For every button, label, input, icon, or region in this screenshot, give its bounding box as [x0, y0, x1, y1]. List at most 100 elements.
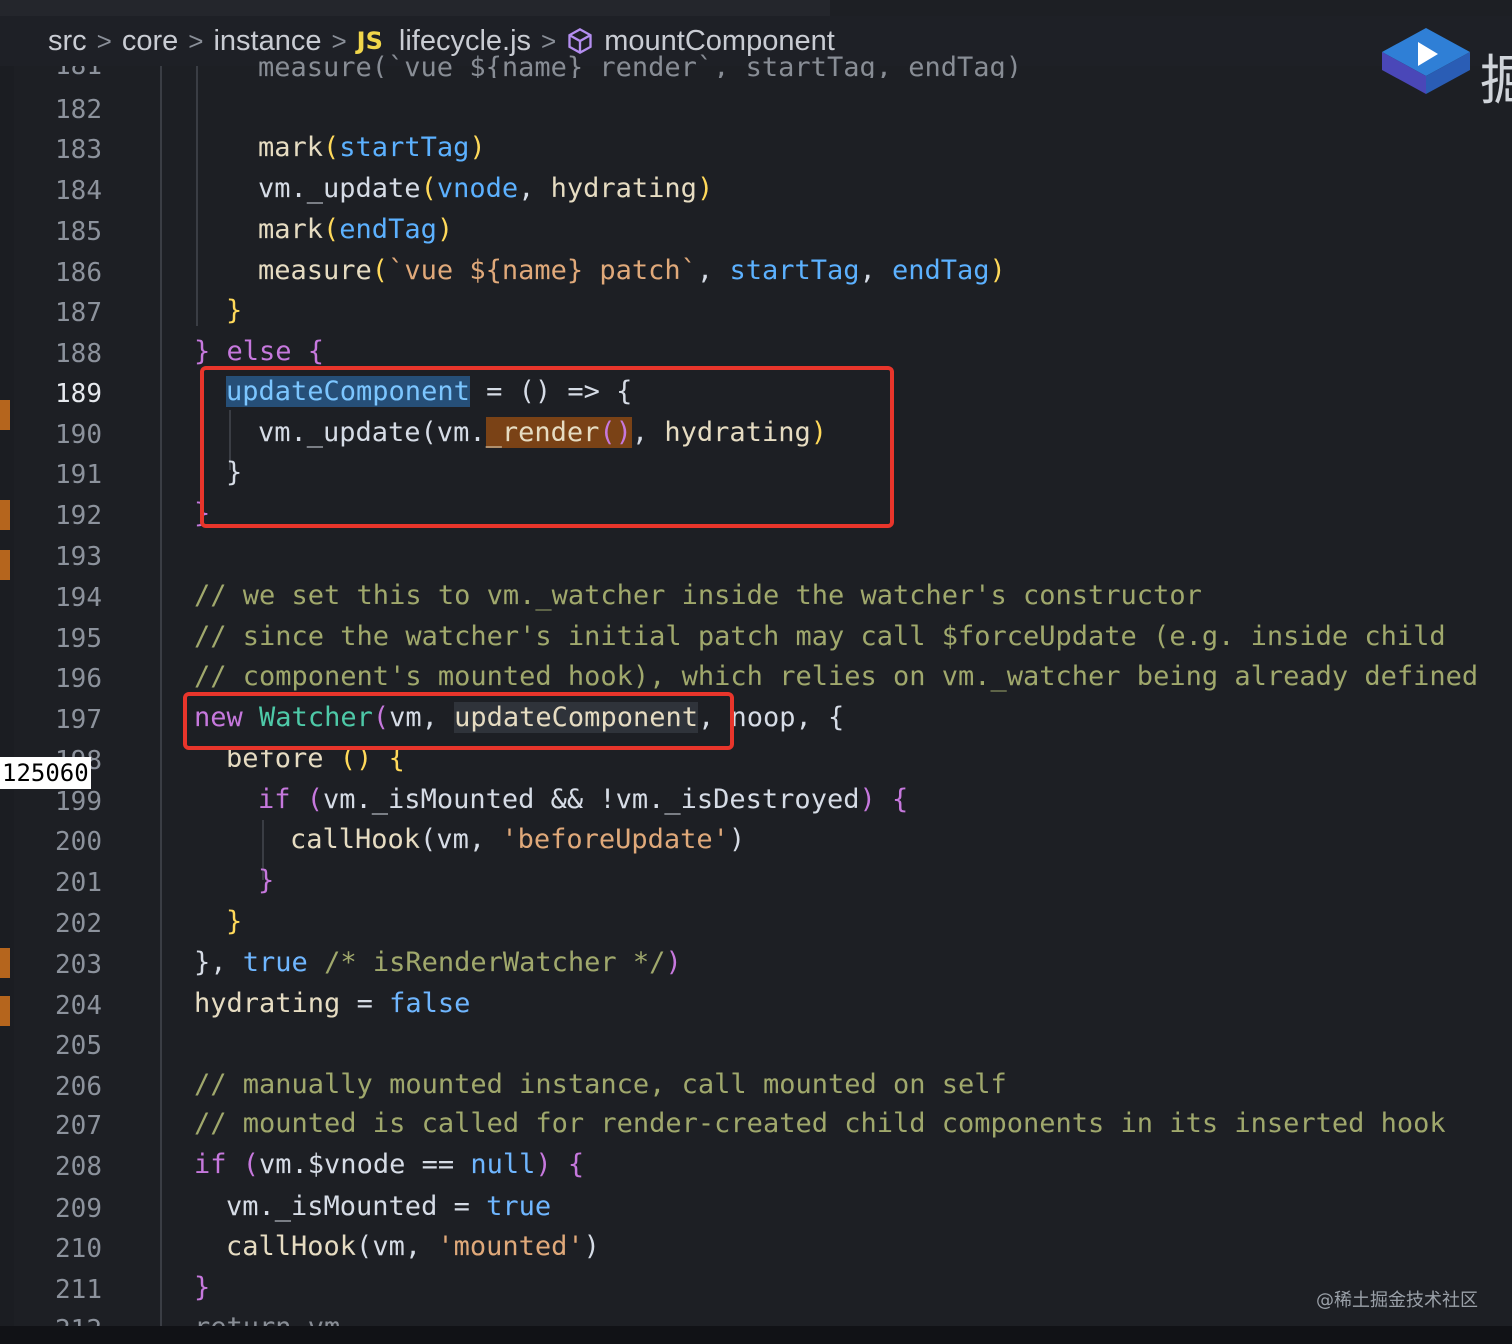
line-number: 185: [55, 217, 102, 247]
chevron-right-icon: >: [96, 25, 112, 56]
code-text: return vm: [194, 1312, 340, 1326]
code-text: vm._update: [258, 173, 421, 204]
code-line-194: // we set this to vm._watcher inside the…: [194, 576, 1202, 616]
code-text: vm.$vnode ==: [259, 1149, 471, 1180]
line-number: 208: [55, 1152, 102, 1182]
watermark: @稀土掘金技术社区: [1316, 1290, 1478, 1311]
code-text: measure: [258, 255, 372, 286]
line-number: 201: [55, 868, 102, 898]
window-top-strip: [0, 0, 830, 16]
code-line-202: }: [226, 906, 243, 937]
code-text: vm: [372, 1231, 405, 1262]
code-text: measure(`vue ${name} render`, startTag, …: [258, 52, 1023, 78]
code-text: false: [389, 988, 471, 1019]
code-text: vm._isMounted && !vm._isDestroyed: [323, 784, 860, 815]
line-number: 187: [55, 298, 102, 328]
code-line-204: hydrating = false: [194, 988, 471, 1019]
line-number: 200: [55, 827, 102, 857]
code-line-206: // manually mounted instance, call mount…: [194, 1065, 1007, 1105]
code-text: vnode: [436, 173, 519, 204]
indent-guide: [196, 66, 198, 326]
line-number: 197: [55, 705, 102, 735]
play-logo-icon: [1382, 28, 1470, 94]
overlay-number: 125060: [0, 757, 91, 789]
code-text: mark: [258, 132, 324, 163]
line-number: 202: [55, 909, 102, 939]
code-line-183: mark(startTag): [258, 132, 486, 163]
code-text: if: [258, 784, 291, 815]
highlight-box-new-watcher: [183, 692, 734, 750]
line-number: 182: [55, 95, 102, 125]
indent-guide: [160, 66, 162, 1326]
code-line-208: if (vm.$vnode == null) {: [194, 1149, 585, 1180]
code-line-212: return vm: [194, 1308, 340, 1326]
logo-text: 掘: [1480, 49, 1512, 112]
line-number: 203: [55, 950, 102, 980]
code-line-201: }: [258, 865, 275, 896]
code-line-185: mark(endTag): [258, 214, 454, 245]
line-number: 188: [55, 339, 102, 369]
line-number: 181: [55, 66, 102, 81]
line-number: 194: [55, 583, 102, 613]
line-number: 192: [55, 501, 102, 531]
code-text: true: [242, 947, 308, 978]
code-line-210: callHook(vm, 'mounted'): [226, 1231, 600, 1262]
code-line-186: measure(`vue ${name} patch`, startTag, e…: [258, 255, 1006, 286]
code-text: noop: [730, 702, 796, 733]
code-line-207: // mounted is called for render-created …: [194, 1104, 1446, 1144]
code-text: null: [470, 1149, 536, 1180]
line-number: 204: [55, 991, 102, 1021]
code-comment: // since the watcher's initial patch may…: [194, 621, 1446, 652]
code-line-195: // since the watcher's initial patch may…: [194, 617, 1446, 657]
code-line-196: // component's mounted hook), which reli…: [194, 657, 1478, 697]
highlight-box-updatecomponent: [200, 366, 894, 528]
line-number: 184: [55, 176, 102, 206]
code-line-187: }: [226, 295, 243, 326]
code-line-200: callHook(vm, 'beforeUpdate'): [290, 824, 746, 855]
code-text: 'mounted': [437, 1231, 584, 1262]
code-text: if: [194, 1149, 227, 1180]
line-number: 191: [55, 460, 102, 490]
code-text: vm: [436, 824, 469, 855]
line-number: 196: [55, 664, 102, 694]
line-number: 209: [55, 1194, 102, 1224]
code-comment: // component's mounted hook), which reli…: [194, 661, 1479, 692]
code-line-181: measure(`vue ${name} render`, startTag, …: [258, 48, 1022, 78]
line-number: 195: [55, 624, 102, 654]
chevron-right-icon: >: [188, 25, 204, 56]
line-number: 193: [55, 542, 102, 572]
code-line-211: }: [194, 1272, 211, 1303]
line-number: 183: [55, 135, 102, 165]
code-text: else: [226, 336, 292, 367]
code-text: vm._isMounted: [226, 1191, 438, 1222]
line-number: 205: [55, 1031, 102, 1061]
code-text: endTag: [892, 255, 990, 286]
code-comment: // manually mounted instance, call mount…: [194, 1069, 1007, 1100]
code-line-209: vm._isMounted = true: [226, 1191, 552, 1222]
code-text: hydrating: [194, 988, 341, 1019]
breadcrumb-core[interactable]: core: [122, 25, 178, 58]
line-number: 207: [55, 1111, 102, 1141]
breadcrumb-src[interactable]: src: [48, 25, 87, 58]
code-line-199: if (vm._isMounted && !vm._isDestroyed) {: [258, 784, 909, 815]
code-text: startTag: [339, 132, 470, 163]
code-comment: /* isRenderWatcher */: [324, 947, 666, 978]
code-text: callHook: [226, 1231, 357, 1262]
line-number: 206: [55, 1072, 102, 1102]
line-number: 186: [55, 258, 102, 288]
bottom-bar: [0, 1326, 1512, 1344]
code-text: true: [486, 1191, 552, 1222]
code-text: 'beforeUpdate': [501, 824, 729, 855]
line-number: 211: [55, 1275, 102, 1305]
line-number: 189: [55, 379, 102, 409]
code-text: callHook: [290, 824, 421, 855]
code-comment: // we set this to vm._watcher inside the…: [194, 580, 1202, 611]
code-line-184: vm._update(vnode, hydrating): [258, 173, 714, 204]
code-text: startTag: [729, 255, 860, 286]
line-number: 190: [55, 420, 102, 450]
code-text: mark: [258, 214, 324, 245]
code-text: hydrating: [550, 173, 697, 204]
line-number: 210: [55, 1234, 102, 1264]
code-text: `vue ${name} patch`: [388, 255, 697, 286]
code-text: endTag: [339, 214, 437, 245]
